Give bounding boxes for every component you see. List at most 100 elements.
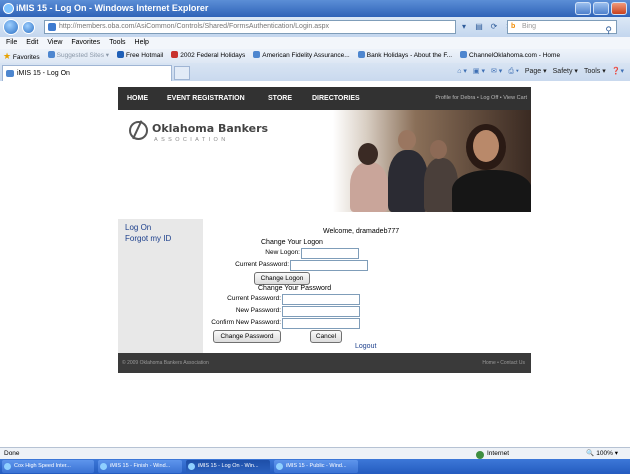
bing-icon: b [511, 23, 516, 30]
star-icon: ★ [3, 51, 12, 61]
menu-view[interactable]: View [47, 37, 62, 49]
minimize-button[interactable] [575, 2, 591, 15]
tools-menu[interactable]: Tools ▾ [584, 66, 606, 78]
confirm-password-label: Confirm New Password: [211, 319, 281, 326]
tab-bar: iMIS 15 - Log On ⌂ ▾ ▣ ▾ ✉ ▾ ⎙ ▾ Page ▾ … [0, 63, 630, 81]
tab-page-icon [6, 70, 14, 77]
logout-link[interactable]: Logout [355, 343, 376, 350]
holidays-icon [171, 51, 179, 58]
taskbar-item-log-on[interactable]: iMIS 15 - Log On - Win... [186, 460, 270, 473]
fav-suggested-sites[interactable]: Suggested Sites ▾ [47, 49, 109, 63]
forward-arrow-icon[interactable] [22, 21, 35, 34]
menu-edit[interactable]: Edit [26, 37, 38, 49]
sidebar: Log On Forgot my ID [118, 219, 203, 353]
change-password-heading: Change Your Password [258, 285, 332, 292]
fav-hotmail[interactable]: Free Hotmail [117, 49, 163, 63]
current-password-label: Current Password: [227, 295, 281, 302]
page-icon [48, 23, 56, 31]
menu-file[interactable]: File [6, 37, 17, 49]
ie-icon [188, 463, 195, 470]
banner: Oklahoma Bankers ASSOCIATION [118, 110, 531, 212]
logo-name: Oklahoma Bankers [152, 122, 269, 135]
window-controls [575, 2, 627, 15]
menu-favorites[interactable]: Favorites [71, 37, 100, 49]
new-logon-label: New Logon: [265, 249, 300, 256]
ie-icon [4, 463, 11, 470]
fav-channel-oklahoma[interactable]: ChannelOklahoma.com - Home [460, 49, 560, 63]
zoom-level[interactable]: 🔍 100% ▾ [586, 448, 618, 459]
site-footer: © 2009 Oklahoma Bankers Association Home… [118, 353, 531, 373]
safety-menu[interactable]: Safety ▾ [553, 66, 578, 78]
new-logon-input[interactable] [301, 248, 359, 259]
home-icon[interactable]: ⌂ ▾ [457, 66, 467, 78]
logon-current-password-label: Current Password: [235, 261, 289, 268]
sidebar-log-on[interactable]: Log On [125, 223, 151, 232]
nav-directories[interactable]: DIRECTORIES [312, 87, 360, 110]
favorites-bar: ★ Favorites Suggested Sites ▾ Free Hotma… [0, 49, 630, 63]
back-arrow-icon[interactable] [3, 19, 19, 35]
new-tab-button[interactable] [174, 66, 190, 80]
oba-logo: Oklahoma Bankers ASSOCIATION [125, 115, 268, 155]
page-menu[interactable]: Page ▾ [525, 66, 547, 78]
window-title: iMIS 15 - Log On - Windows Internet Expl… [16, 3, 209, 13]
change-logon-button[interactable]: Change Logon [254, 272, 310, 285]
tab-label: iMIS 15 - Log On [17, 70, 70, 77]
command-bar: ⌂ ▾ ▣ ▾ ✉ ▾ ⎙ ▾ Page ▾ Safety ▾ Tools ▾ … [457, 66, 624, 78]
tab-imis-log-on[interactable]: iMIS 15 - Log On [2, 65, 172, 81]
taskbar-item-cox[interactable]: Cox High Speed Inter... [2, 460, 94, 473]
search-placeholder: Bing [522, 23, 537, 30]
mail-icon[interactable]: ✉ ▾ [491, 66, 502, 78]
ie-icon [276, 463, 283, 470]
print-icon[interactable]: ⎙ ▾ [508, 66, 519, 78]
new-password-input[interactable] [282, 306, 360, 317]
help-icon[interactable]: ❓▾ [612, 66, 624, 78]
taskbar-item-public[interactable]: iMIS 15 - Public - Wind... [274, 460, 358, 473]
compatibility-icon[interactable]: ▤ [473, 21, 485, 33]
page-icon [357, 51, 365, 58]
taskbar: Cox High Speed Inter... iMIS 15 - Finish… [0, 459, 630, 474]
new-password-label: New Password: [235, 307, 281, 314]
zone-label: Internet [487, 450, 510, 457]
favorites-button[interactable]: ★ Favorites [3, 49, 40, 63]
menu-bar: File Edit View Favorites Tools Help [0, 37, 630, 49]
hotmail-icon [117, 51, 125, 58]
site-nav: HOME EVENT REGISTRATION STORE DIRECTORIE… [118, 87, 531, 110]
nav-home[interactable]: HOME [127, 87, 148, 110]
fav-bank-holidays[interactable]: Bank Holidays - About the F... [357, 49, 452, 63]
address-toolbar: http://members.oba.com/AsiCommon/Control… [0, 17, 630, 37]
menu-tools[interactable]: Tools [109, 37, 125, 49]
confirm-password-input[interactable] [282, 318, 360, 329]
sidebar-forgot-id[interactable]: Forgot my ID [125, 234, 171, 243]
page-icon [460, 51, 468, 58]
window-title-bar: iMIS 15 - Log On - Windows Internet Expl… [0, 0, 630, 17]
dropdown-icon[interactable]: ▾ [458, 21, 470, 33]
menu-help[interactable]: Help [135, 37, 149, 49]
change-password-button[interactable]: Change Password [213, 330, 281, 343]
search-input[interactable]: b Bing ⚲ [507, 20, 617, 36]
globe-icon [476, 450, 484, 459]
search-go-icon[interactable]: ⚲ [605, 24, 612, 36]
security-zone[interactable]: Internet [476, 448, 509, 459]
nav-store[interactable]: STORE [268, 87, 292, 110]
feeds-icon[interactable]: ▣ ▾ [473, 66, 485, 78]
status-bar: Done Internet 🔍 100% ▾ [0, 447, 630, 459]
current-password-input[interactable] [282, 294, 360, 305]
status-text: Done [4, 450, 20, 457]
maximize-button[interactable] [593, 2, 609, 15]
fav-federal-holidays[interactable]: 2002 Federal Holidays [171, 49, 245, 63]
refresh-icon[interactable]: ⟳ [488, 21, 500, 33]
account-form: Welcome, dramadeb777 Change Your Logon N… [203, 219, 531, 353]
page-icon [253, 51, 261, 58]
close-button[interactable] [611, 2, 627, 15]
oba-emblem-icon [129, 121, 148, 140]
profile-links[interactable]: Profile for Debra • Log Off • View Cart [435, 87, 527, 110]
address-bar[interactable]: http://members.oba.com/AsiCommon/Control… [44, 20, 456, 34]
fav-american-fidelity[interactable]: American Fidelity Assurance... [253, 49, 350, 63]
welcome-text: Welcome, dramadeb777 [323, 228, 400, 235]
address-url: http://members.oba.com/AsiCommon/Control… [59, 23, 330, 30]
logon-current-password-input[interactable] [290, 260, 368, 271]
nav-event-registration[interactable]: EVENT REGISTRATION [167, 87, 245, 110]
taskbar-item-finish[interactable]: iMIS 15 - Finish - Wind... [98, 460, 182, 473]
footer-links[interactable]: Home • Contact Us [482, 353, 525, 373]
cancel-button[interactable]: Cancel [310, 330, 342, 343]
